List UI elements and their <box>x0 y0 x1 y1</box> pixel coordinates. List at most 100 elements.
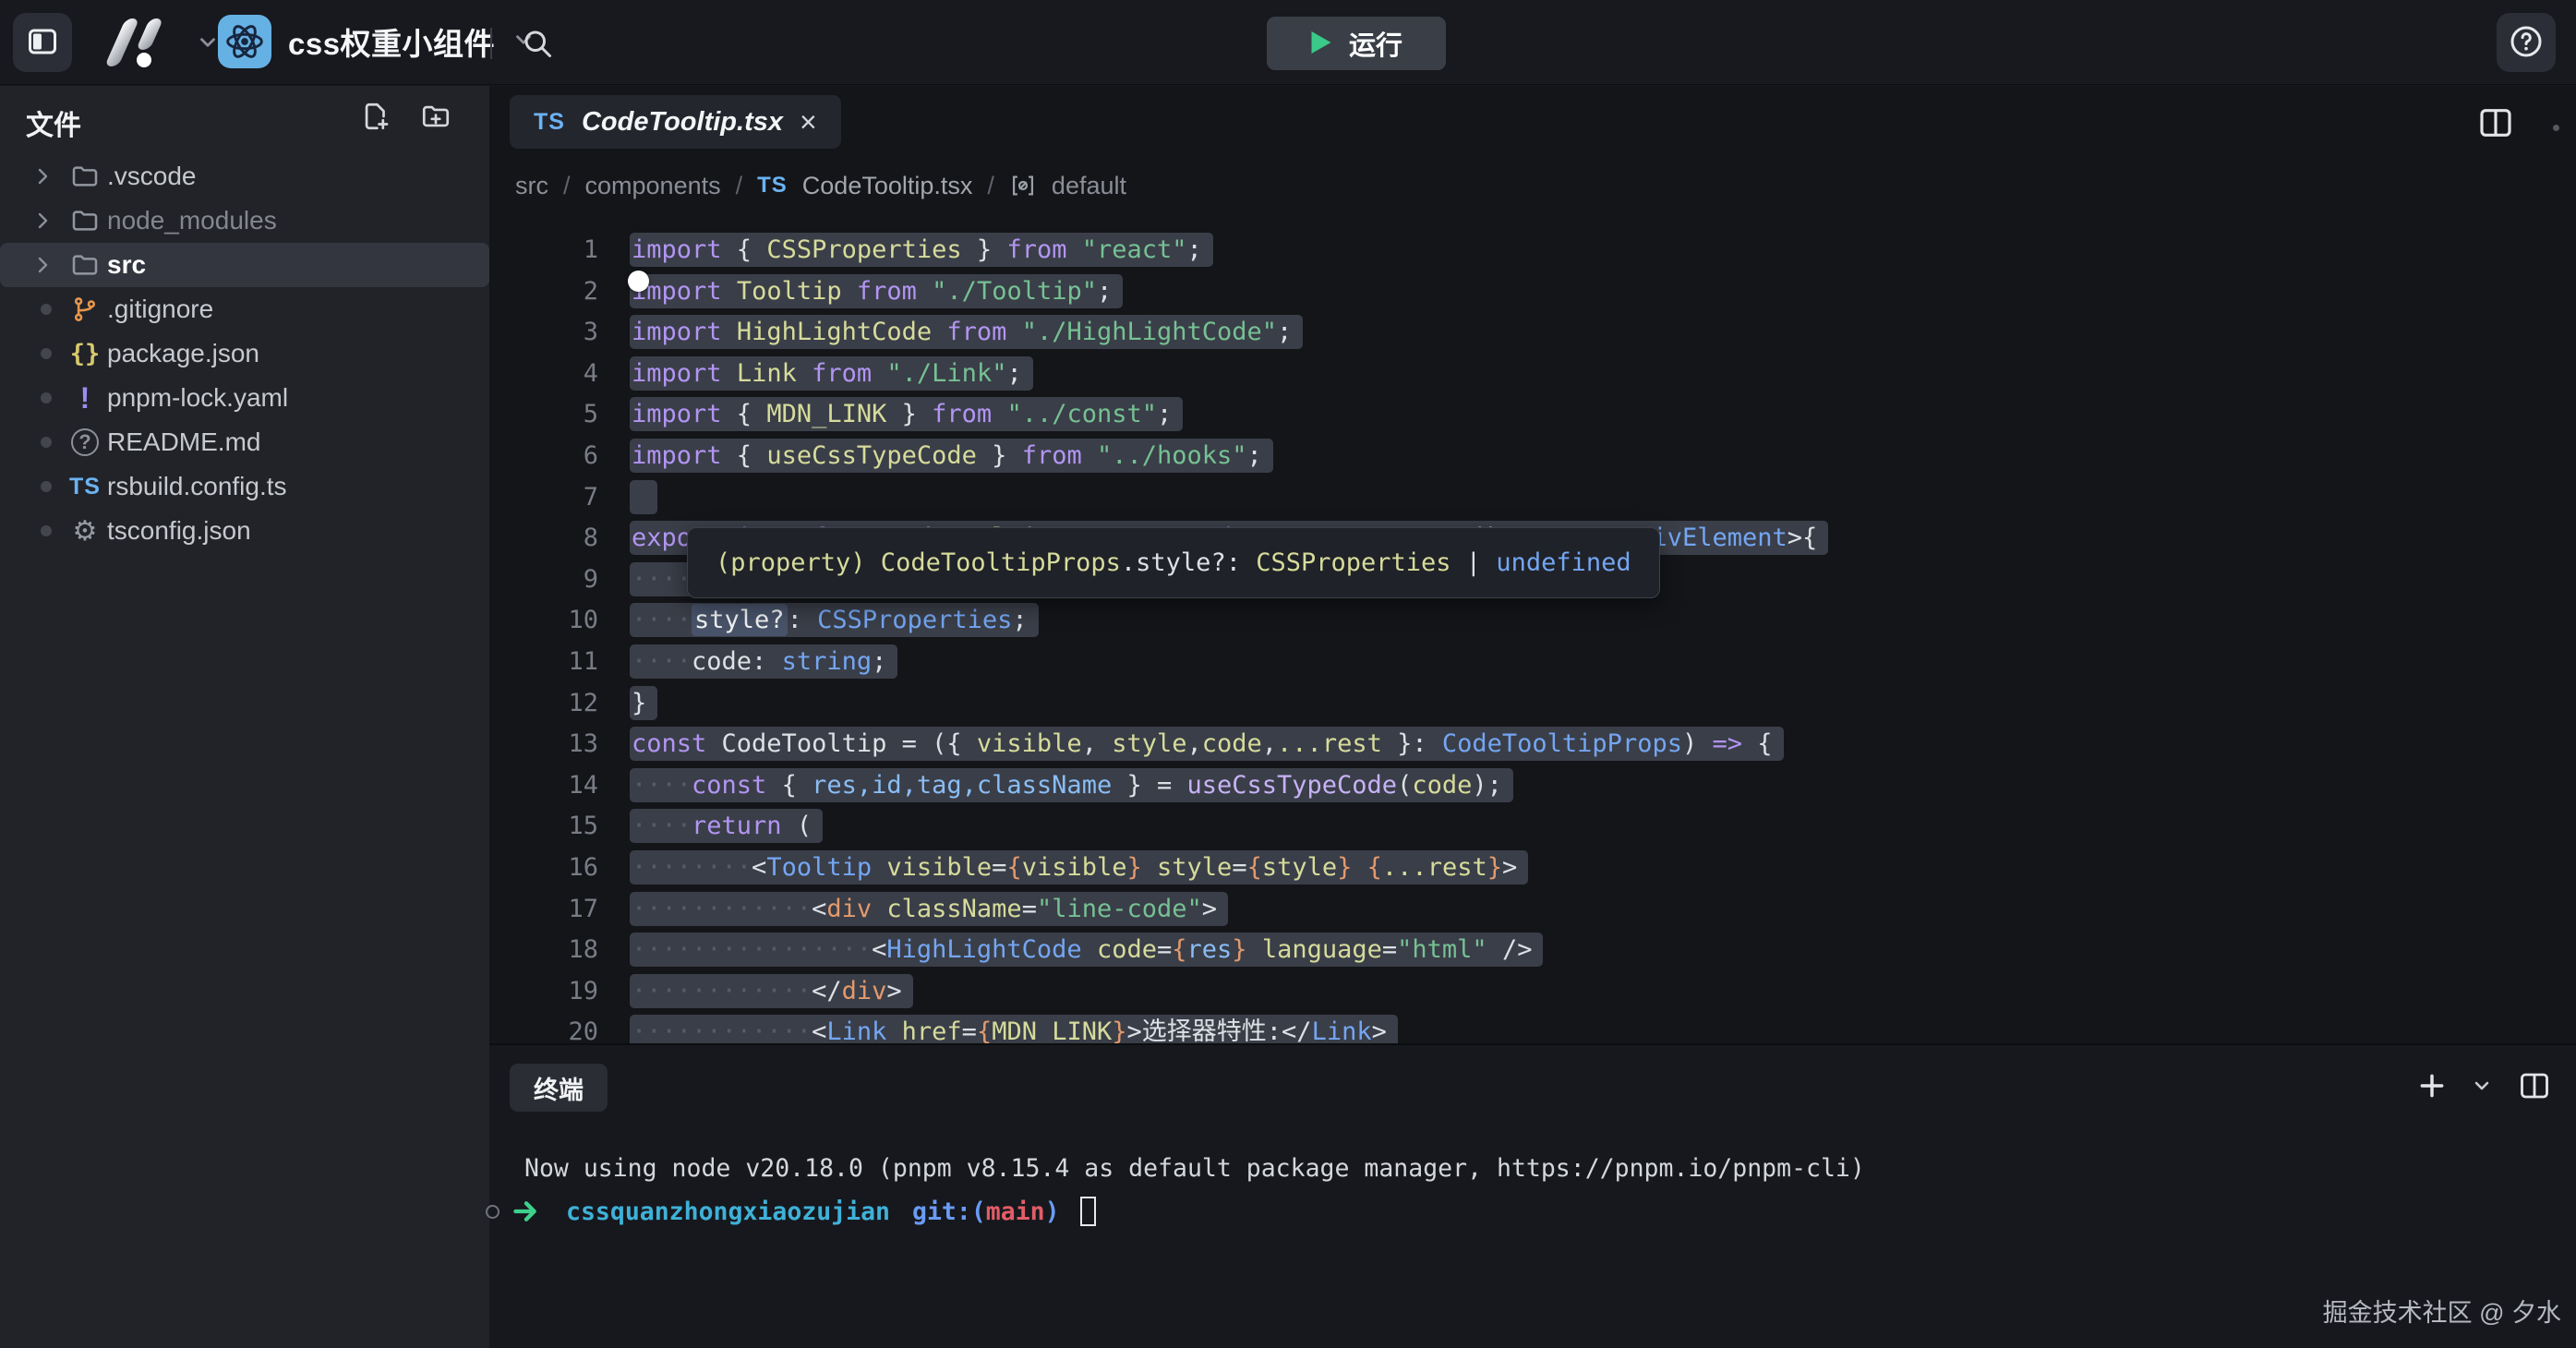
help-icon <box>2508 23 2545 63</box>
line-number: 4 <box>489 354 598 395</box>
line-number: 7 <box>489 477 598 519</box>
line-number: 19 <box>489 971 598 1013</box>
run-button-label: 运行 <box>1349 24 1402 63</box>
split-terminal-button[interactable] <box>2517 1069 2552 1102</box>
braces-file-icon: {} <box>66 335 103 372</box>
new-file-button[interactable] <box>360 101 391 132</box>
line-number: 11 <box>489 642 598 683</box>
line-number: 1 <box>489 230 598 271</box>
prompt-directory: cssquanzhongxiaozujian <box>566 1198 890 1226</box>
toggle-sidebar-button[interactable] <box>13 13 72 72</box>
main-panel: TS CodeTooltip.tsx × src / components / TS Co… <box>489 86 2576 1348</box>
tab-codetooltip[interactable]: TS CodeTooltip.tsx × <box>510 95 841 149</box>
folder-icon <box>66 247 103 283</box>
code-line: 2import Tooltip from "./Tooltip"; <box>489 271 2576 313</box>
symbol-icon <box>1009 173 1037 199</box>
folder-icon <box>66 158 103 195</box>
file-label: src <box>107 250 146 280</box>
file-label: pnpm-lock.yaml <box>107 383 288 413</box>
watermark: 掘金技术社区 @ 夕水 <box>2323 1293 2561 1329</box>
breadcrumb-item-src[interactable]: src <box>515 172 548 200</box>
chevron-right-icon[interactable] <box>31 210 54 232</box>
type-info-tooltip: (property) CodeTooltipProps.style?: CSSP… <box>687 527 1660 598</box>
code-line: 16········<Tooltip visible={visible} sty… <box>489 848 2576 889</box>
search-button[interactable] <box>513 20 561 68</box>
line-number: 14 <box>489 765 598 807</box>
file-tree: .vscodenode_modulessrc .gitignore{}packag… <box>0 154 489 553</box>
file-tree-item-pnpm-lock-yaml[interactable]: !pnpm-lock.yaml <box>0 376 489 420</box>
prompt-git-branch: main <box>986 1198 1045 1226</box>
file-tree-item-package-json[interactable]: {}package.json <box>0 331 489 376</box>
marscode-ide-window: css权重小组件 运行 文件 <box>0 0 2576 1348</box>
chevron-right-icon[interactable] <box>31 165 54 187</box>
selection-handle[interactable] <box>628 271 649 292</box>
file-label: tsconfig.json <box>107 516 251 546</box>
line-number: 20 <box>489 1012 598 1043</box>
breadcrumb-separator: / <box>563 172 571 200</box>
breadcrumb-item-codetooltip-tsx[interactable]: CodeTooltip.tsx <box>802 172 973 200</box>
chevron-right-icon[interactable] <box>31 254 54 276</box>
breadcrumb-item-components[interactable]: components <box>585 172 721 200</box>
prompt-git-suffix: ) <box>1045 1198 1060 1226</box>
file-tree-item-node-modules[interactable]: node_modules <box>0 199 489 243</box>
line-number: 3 <box>489 312 598 354</box>
new-terminal-button[interactable] <box>2417 1071 2447 1101</box>
split-editor-button[interactable] <box>2476 104 2515 146</box>
marscode-logo-menu[interactable] <box>96 15 220 75</box>
line-number: 8 <box>489 518 598 560</box>
code-line: 4import Link from "./Link"; <box>489 354 2576 395</box>
code-line: 18················<HighLightCode code={r… <box>489 930 2576 971</box>
file-tree-item-tsconfig-json[interactable]: ⚙tsconfig.json <box>0 509 489 553</box>
line-number: 18 <box>489 930 598 971</box>
terminal-actions <box>2417 1069 2552 1102</box>
file-tree-item-readme-md[interactable]: ?README.md <box>0 420 489 464</box>
panel-layout-icon <box>25 25 60 61</box>
code-line: 17············<div className="line-code"… <box>489 889 2576 931</box>
breadcrumb-separator: / <box>736 172 743 200</box>
line-number: 2 <box>489 271 598 313</box>
exclaim-file-icon: ! <box>66 379 103 416</box>
explorer-title: 文件 <box>26 111 81 141</box>
new-folder-button[interactable] <box>419 101 452 132</box>
line-number: 13 <box>489 724 598 765</box>
terminal-dropdown-chevron-icon[interactable] <box>2471 1075 2493 1097</box>
react-project-icon <box>218 15 271 68</box>
code-line: 11····code: string; <box>489 642 2576 683</box>
code-line: 5import { MDN_LINK } from "../const"; <box>489 394 2576 436</box>
help-button[interactable] <box>2497 13 2556 72</box>
file-tree-item--gitignore[interactable]: .gitignore <box>0 287 489 331</box>
file-bullet <box>41 348 52 359</box>
breadcrumb-separator: / <box>987 172 994 200</box>
editor-overflow-dot <box>2553 125 2559 131</box>
terminal-tab[interactable]: 终端 <box>510 1064 608 1112</box>
code-editor[interactable]: TS CodeTooltip.tsx × src / components / TS Co… <box>489 86 2576 1043</box>
file-bullet <box>41 481 52 492</box>
line-number: 17 <box>489 889 598 931</box>
tab-label: CodeTooltip.tsx <box>582 107 783 138</box>
terminal-output: Now using node v20.18.0 (pnpm v8.15.4 as… <box>524 1154 1865 1183</box>
file-tree-item-rsbuild-config-ts[interactable]: TSrsbuild.config.ts <box>0 464 489 509</box>
breadcrumb-item-default[interactable]: default <box>1052 172 1126 200</box>
code-line: 20············<Link href={MDN_LINK}>选择器特… <box>489 1012 2576 1043</box>
project-name: css权重小组件 <box>288 19 495 64</box>
file-tree-item-src[interactable]: src <box>0 243 489 287</box>
line-number: 6 <box>489 436 598 477</box>
typescript-icon: TS <box>534 109 565 136</box>
code-content[interactable]: 1import { CSSProperties } from "react";2… <box>489 230 2576 1043</box>
close-tab-icon[interactable]: × <box>800 107 817 137</box>
line-number: 10 <box>489 600 598 642</box>
file-tree-item--vscode[interactable]: .vscode <box>0 154 489 199</box>
ts-file-icon: TS <box>66 468 103 505</box>
terminal-prompt: cssquanzhongxiaozujian git:(main) <box>489 1191 1096 1232</box>
run-button[interactable]: 运行 <box>1267 17 1446 70</box>
code-line: 1import { CSSProperties } from "react"; <box>489 230 2576 271</box>
terminal-panel[interactable]: 终端 Now using node v20.18.0 (pnpm v8.15.4… <box>489 1043 2576 1348</box>
code-line: 14····const { res,id,tag,className } = u… <box>489 765 2576 807</box>
file-explorer-sidebar: 文件 .vscodenode_modulessrc .gitignore{}pac… <box>0 86 489 1348</box>
line-number: 16 <box>489 848 598 889</box>
line-number: 12 <box>489 683 598 725</box>
file-label: rsbuild.config.ts <box>107 472 287 501</box>
file-bullet <box>41 392 52 403</box>
line-number: 15 <box>489 806 598 848</box>
project-selector[interactable]: css权重小组件 <box>218 15 536 68</box>
